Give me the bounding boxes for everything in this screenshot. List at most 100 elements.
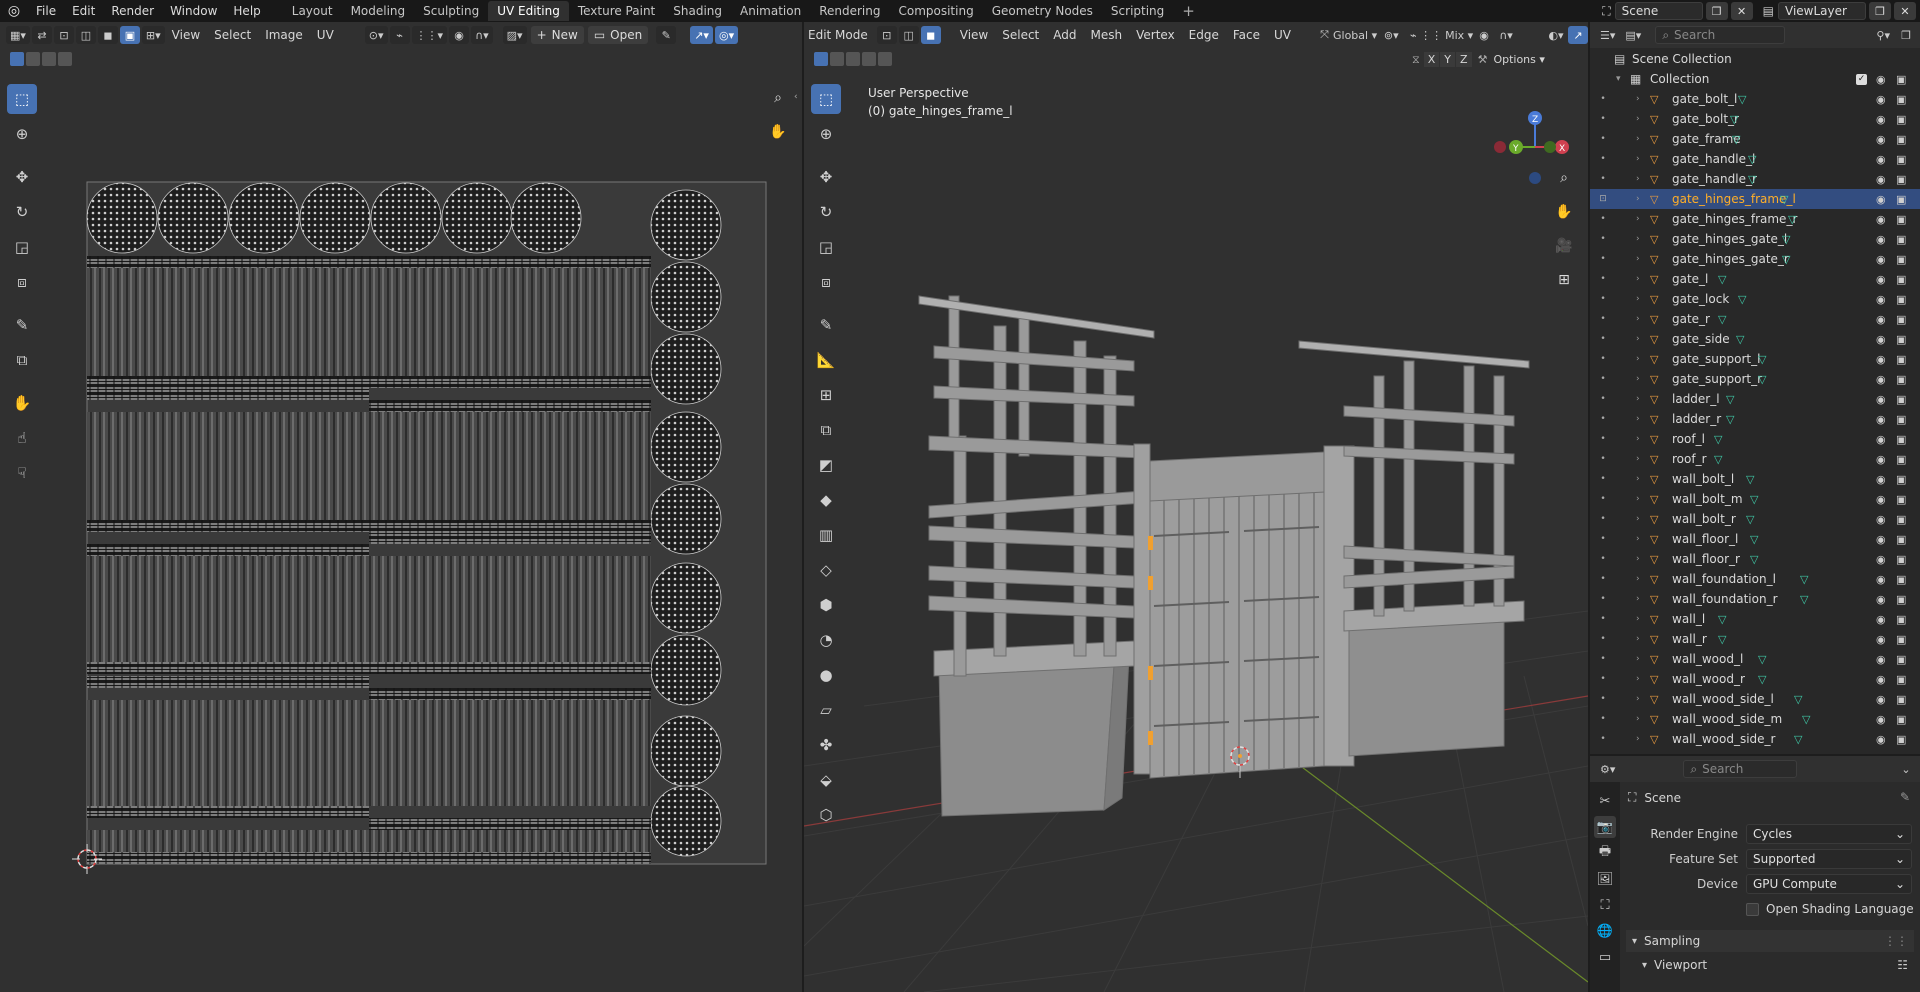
object-name[interactable]: gate_side: [1672, 332, 1730, 346]
poly-build-icon[interactable]: ⬢: [811, 590, 841, 620]
outliner-object-row[interactable]: • › ▽ wall_bolt_m ▽ ◉ ▣: [1590, 489, 1920, 509]
vp-menu-mesh[interactable]: Mesh: [1084, 28, 1130, 42]
visibility-eye-icon[interactable]: ◉: [1876, 453, 1886, 466]
vp-menu-uv[interactable]: UV: [1267, 28, 1298, 42]
object-name[interactable]: gate_l: [1672, 272, 1708, 286]
render-camera-icon[interactable]: ▣: [1896, 193, 1906, 206]
visibility-dot-icon[interactable]: •: [1598, 694, 1608, 704]
visibility-eye-icon[interactable]: ◉: [1876, 613, 1886, 626]
outliner-object-row[interactable]: • › ▽ ladder_l ▽ ◉ ▣: [1590, 389, 1920, 409]
view-layer-icon[interactable]: ▤: [1763, 4, 1774, 18]
sampling-panel[interactable]: ▾ Sampling ⋮⋮: [1626, 930, 1914, 952]
visibility-eye-icon[interactable]: ◉: [1876, 693, 1886, 706]
visibility-dot-icon[interactable]: •: [1598, 494, 1608, 504]
mesh-data-icon[interactable]: ▽: [1780, 193, 1788, 206]
scene-collection-row[interactable]: ▤ Scene Collection: [1590, 49, 1920, 69]
visibility-dot-icon[interactable]: •: [1598, 374, 1608, 384]
snap-options-icon[interactable]: ⋮⋮▾: [411, 26, 448, 44]
mesh-data-icon[interactable]: ▽: [1718, 313, 1726, 326]
outliner-object-row[interactable]: • › ▽ wall_foundation_r ▽ ◉ ▣: [1590, 589, 1920, 609]
visibility-dot-icon[interactable]: •: [1598, 274, 1608, 284]
expand-icon[interactable]: ›: [1636, 134, 1640, 144]
render-camera-icon[interactable]: ▣: [1896, 413, 1906, 426]
vp-menu-face[interactable]: Face: [1226, 28, 1267, 42]
object-name[interactable]: gate_r: [1672, 312, 1710, 326]
visibility-dot-icon[interactable]: •: [1598, 214, 1608, 224]
outliner-object-row[interactable]: • › ▽ wall_foundation_l ▽ ◉ ▣: [1590, 569, 1920, 589]
object-name[interactable]: wall_bolt_l: [1672, 472, 1734, 486]
render-camera-icon[interactable]: ▣: [1896, 273, 1906, 286]
visibility-dot-icon[interactable]: •: [1598, 654, 1608, 664]
visibility-eye-icon[interactable]: ◉: [1876, 133, 1886, 146]
visibility-dot-icon[interactable]: •: [1598, 134, 1608, 144]
outliner-object-row[interactable]: • › ▽ wall_wood_side_l ▽ ◉ ▣: [1590, 689, 1920, 709]
expand-icon[interactable]: ›: [1636, 194, 1640, 204]
visibility-eye-icon[interactable]: ◉: [1876, 653, 1886, 666]
pin-context-icon[interactable]: ✎: [1900, 790, 1910, 804]
render-camera-icon[interactable]: ▣: [1896, 393, 1906, 406]
outliner-object-row[interactable]: • › ▽ wall_wood_r ▽ ◉ ▣: [1590, 669, 1920, 689]
new-image-button[interactable]: + New: [530, 26, 584, 44]
expand-icon[interactable]: ›: [1636, 654, 1640, 664]
mesh-data-icon[interactable]: ▽: [1730, 113, 1738, 126]
visibility-dot-icon[interactable]: •: [1598, 454, 1608, 464]
expand-icon[interactable]: ›: [1636, 734, 1640, 744]
visibility-eye-icon[interactable]: ◉: [1876, 573, 1886, 586]
mesh-data-icon[interactable]: ▽: [1758, 673, 1766, 686]
edge-slide-icon[interactable]: ▱: [811, 695, 841, 725]
object-name[interactable]: wall_wood_l: [1672, 652, 1743, 666]
tab-compositing[interactable]: Compositing: [889, 1, 982, 21]
mirror-z-toggle[interactable]: Z: [1456, 52, 1472, 67]
expand-icon[interactable]: ›: [1636, 674, 1640, 684]
uv-island-mode-icon[interactable]: ▣: [119, 26, 140, 44]
visibility-eye-icon[interactable]: ◉: [1876, 73, 1886, 86]
knife-icon[interactable]: ◇: [811, 555, 841, 585]
mesh-data-icon[interactable]: ▽: [1802, 713, 1810, 726]
extrude-icon[interactable]: ⧉: [811, 415, 841, 445]
expand-icon[interactable]: ›: [1636, 154, 1640, 164]
render-camera-icon[interactable]: ▣: [1896, 153, 1906, 166]
mesh-data-icon[interactable]: ▽: [1738, 293, 1746, 306]
render-camera-icon[interactable]: ▣: [1896, 133, 1906, 146]
object-name[interactable]: wall_wood_r: [1672, 672, 1745, 686]
collapse-icon[interactable]: ▾: [1616, 74, 1621, 84]
outliner-object-row[interactable]: • › ▽ wall_wood_side_r ▽ ◉ ▣: [1590, 729, 1920, 749]
mesh-data-icon[interactable]: ▽: [1718, 273, 1726, 286]
visibility-eye-icon[interactable]: ◉: [1876, 733, 1886, 746]
view-layer-tab-icon[interactable]: 🖼: [1594, 868, 1616, 890]
visibility-dot-icon[interactable]: •: [1598, 514, 1608, 524]
visibility-dot-icon[interactable]: •: [1598, 334, 1608, 344]
object-name[interactable]: wall_floor_l: [1672, 532, 1738, 546]
render-camera-icon[interactable]: ▣: [1896, 113, 1906, 126]
visibility-dot-icon[interactable]: •: [1598, 174, 1608, 184]
inset-icon[interactable]: ◩: [811, 450, 841, 480]
object-name[interactable]: gate_handle_r: [1672, 172, 1757, 186]
outliner-object-row[interactable]: • › ▽ gate_hinges_frame_r ▽ ◉ ▣: [1590, 209, 1920, 229]
cursor-icon[interactable]: ⊕: [7, 119, 37, 149]
visibility-eye-icon[interactable]: ◉: [1876, 233, 1886, 246]
outliner-object-row[interactable]: • › ▽ wall_r ▽ ◉ ▣: [1590, 629, 1920, 649]
spin-icon[interactable]: ◔: [811, 625, 841, 655]
add-cube-icon[interactable]: ⊞: [811, 380, 841, 410]
object-name[interactable]: gate_bolt_l: [1672, 92, 1737, 106]
blender-logo-icon[interactable]: ◎: [0, 0, 28, 22]
vp-select-invert-icon[interactable]: [862, 52, 876, 66]
visibility-dot-icon[interactable]: •: [1598, 614, 1608, 624]
display-mode-icon[interactable]: ▤▾: [1621, 26, 1645, 44]
expand-icon[interactable]: ›: [1636, 94, 1640, 104]
visibility-eye-icon[interactable]: ◉: [1876, 533, 1886, 546]
annotate-icon[interactable]: ✎: [7, 310, 37, 340]
device-dropdown[interactable]: GPU Compute ⌄: [1746, 874, 1912, 894]
visibility-eye-icon[interactable]: ◉: [1876, 213, 1886, 226]
outliner-editor-type-icon[interactable]: ☰▾: [1596, 26, 1619, 44]
object-name[interactable]: gate_hinges_gate_l: [1672, 232, 1787, 246]
expand-icon[interactable]: ›: [1636, 394, 1640, 404]
mesh-data-icon[interactable]: ▽: [1726, 413, 1734, 426]
filter-icon[interactable]: ⚲▾: [1872, 26, 1894, 44]
outliner-search[interactable]: ⌕ Search: [1655, 26, 1786, 44]
editor-type-icon[interactable]: ▦▾: [6, 26, 30, 44]
vp-select-extend-icon[interactable]: [830, 52, 844, 66]
mesh-data-icon[interactable]: ▽: [1794, 693, 1802, 706]
face-select-icon[interactable]: ◼: [920, 26, 941, 44]
list-icon[interactable]: ☷: [1897, 958, 1908, 972]
